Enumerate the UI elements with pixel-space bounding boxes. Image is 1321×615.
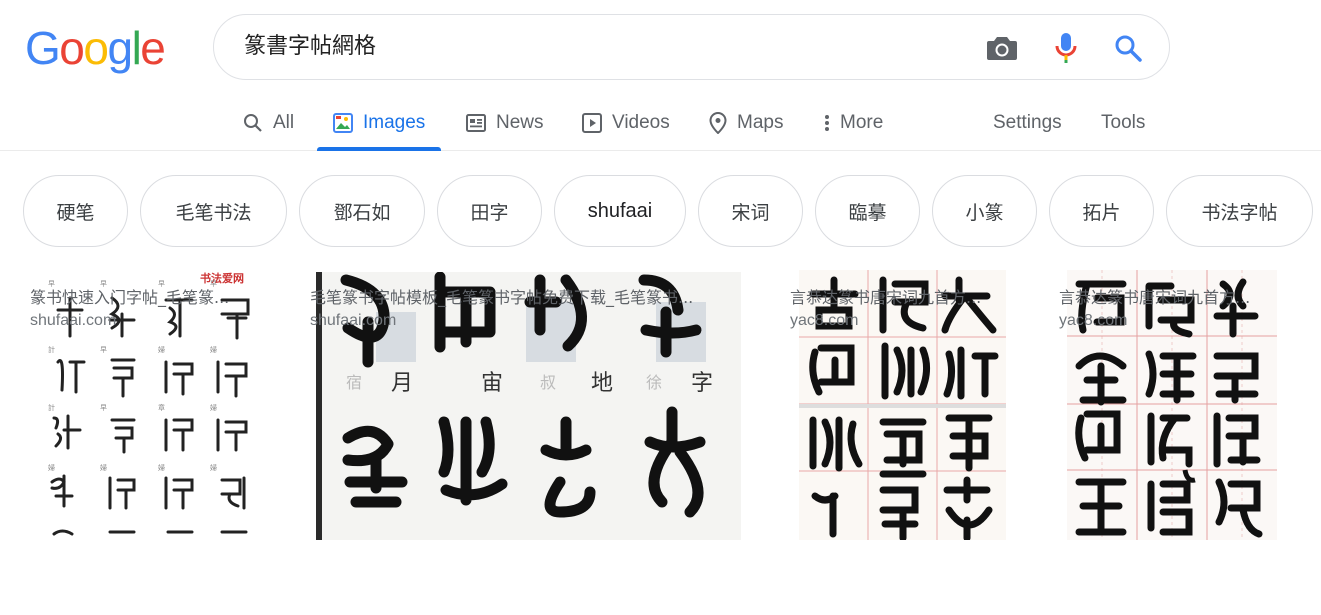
image-label: 字 <box>691 371 713 396</box>
result-thumbnail[interactable]: 书法爱网 早早早早 計早婦婦 計 早 章 婦 婦 婦 婦 婦 <box>30 270 278 540</box>
tab-label: News <box>496 112 544 133</box>
image-label: 月 <box>391 371 413 396</box>
chip-suggestion[interactable]: 小篆 <box>932 175 1037 247</box>
logo-letter: o <box>59 22 85 74</box>
image-label: 地 <box>591 371 613 396</box>
more-vertical-icon <box>825 115 829 131</box>
svg-text:叔: 叔 <box>540 373 556 392</box>
tab-more[interactable]: More <box>823 96 883 150</box>
svg-text:早: 早 <box>100 404 107 412</box>
chip-suggestion[interactable]: 田字 <box>437 175 542 247</box>
chip-suggestion[interactable]: 宋词 <box>698 175 803 247</box>
image-header-text: 书法爱网 <box>200 271 244 285</box>
svg-text:婦: 婦 <box>100 463 107 472</box>
tab-label: More <box>840 112 884 133</box>
map-pin-icon <box>709 112 727 134</box>
result-site[interactable]: yac8.com <box>1059 312 1127 330</box>
logo-letter: G <box>25 22 61 74</box>
svg-text:婦: 婦 <box>210 403 217 412</box>
microphone-icon[interactable] <box>1050 32 1082 64</box>
svg-text:婦: 婦 <box>210 345 217 354</box>
tab-images[interactable]: Images <box>317 96 442 151</box>
svg-text:早: 早 <box>100 346 107 354</box>
svg-text:婦: 婦 <box>48 463 55 472</box>
svg-text:計: 計 <box>48 345 55 354</box>
logo-letter: o <box>83 22 109 74</box>
result-title[interactable]: 言恭达篆书唐宋词九首方... <box>1059 284 1279 308</box>
logo-letter: g <box>107 22 133 74</box>
result-thumbnail[interactable] <box>799 270 1006 540</box>
chip-suggestion[interactable]: 臨摹 <box>815 175 920 247</box>
play-icon <box>582 113 602 133</box>
tab-all[interactable]: All <box>243 96 294 150</box>
svg-text:婦: 婦 <box>158 463 165 472</box>
result-title[interactable]: 毛笔篆书字帖模板_毛笔篆书字帖免费下载_毛笔篆书... <box>310 284 742 308</box>
search-icon[interactable] <box>1112 32 1144 64</box>
tab-label: Videos <box>612 112 670 133</box>
tab-videos[interactable]: Videos <box>582 96 670 150</box>
chip-suggestion[interactable]: 硬笔 <box>23 175 128 247</box>
search-icon <box>244 114 262 132</box>
chip-suggestion[interactable]: 书法字帖 <box>1166 175 1313 247</box>
chip-suggestion[interactable]: shufaai <box>554 175 686 247</box>
result-title[interactable]: 篆书快速入门字帖_毛笔篆... <box>30 284 270 308</box>
search-tabs: All Images News Videos Maps More Setting… <box>0 96 1321 151</box>
svg-text:婦: 婦 <box>210 463 217 472</box>
news-icon <box>466 114 486 132</box>
logo-letter: l <box>131 22 142 74</box>
result-thumbnail[interactable] <box>1067 270 1277 540</box>
google-logo[interactable]: Google <box>25 20 166 76</box>
settings-link[interactable]: Settings <box>993 96 1062 150</box>
chip-suggestion[interactable]: 毛笔书法 <box>140 175 287 247</box>
svg-text:徐: 徐 <box>646 373 662 392</box>
search-box[interactable]: 篆書字帖網格 <box>213 14 1170 80</box>
search-input[interactable]: 篆書字帖網格 <box>244 15 376 79</box>
camera-icon[interactable] <box>986 32 1018 64</box>
tab-label: Maps <box>737 112 784 133</box>
svg-text:計: 計 <box>48 403 55 412</box>
tab-news[interactable]: News <box>466 96 544 150</box>
image-icon <box>333 113 353 133</box>
svg-text:婦: 婦 <box>158 345 165 354</box>
chip-suggestion[interactable]: 鄧石如 <box>299 175 425 247</box>
logo-letter: e <box>140 22 166 74</box>
tab-label: Settings <box>993 112 1062 133</box>
tab-label: All <box>273 112 295 133</box>
result-site[interactable]: shufaai.com <box>30 312 116 330</box>
svg-text:章: 章 <box>158 403 165 412</box>
result-site[interactable]: yac8.com <box>790 312 858 330</box>
image-label: 宙 <box>481 371 503 396</box>
tab-label: Tools <box>1101 112 1146 133</box>
tab-label: Images <box>363 112 426 133</box>
tools-link[interactable]: Tools <box>1101 96 1145 150</box>
svg-text:宿: 宿 <box>346 373 362 392</box>
result-site[interactable]: shufaai.com <box>310 312 396 330</box>
result-title[interactable]: 言恭达篆书唐宋词九首方... <box>790 284 1010 308</box>
active-tab-indicator <box>317 147 442 151</box>
chip-suggestion[interactable]: 拓片 <box>1049 175 1154 247</box>
tab-maps[interactable]: Maps <box>709 96 783 150</box>
